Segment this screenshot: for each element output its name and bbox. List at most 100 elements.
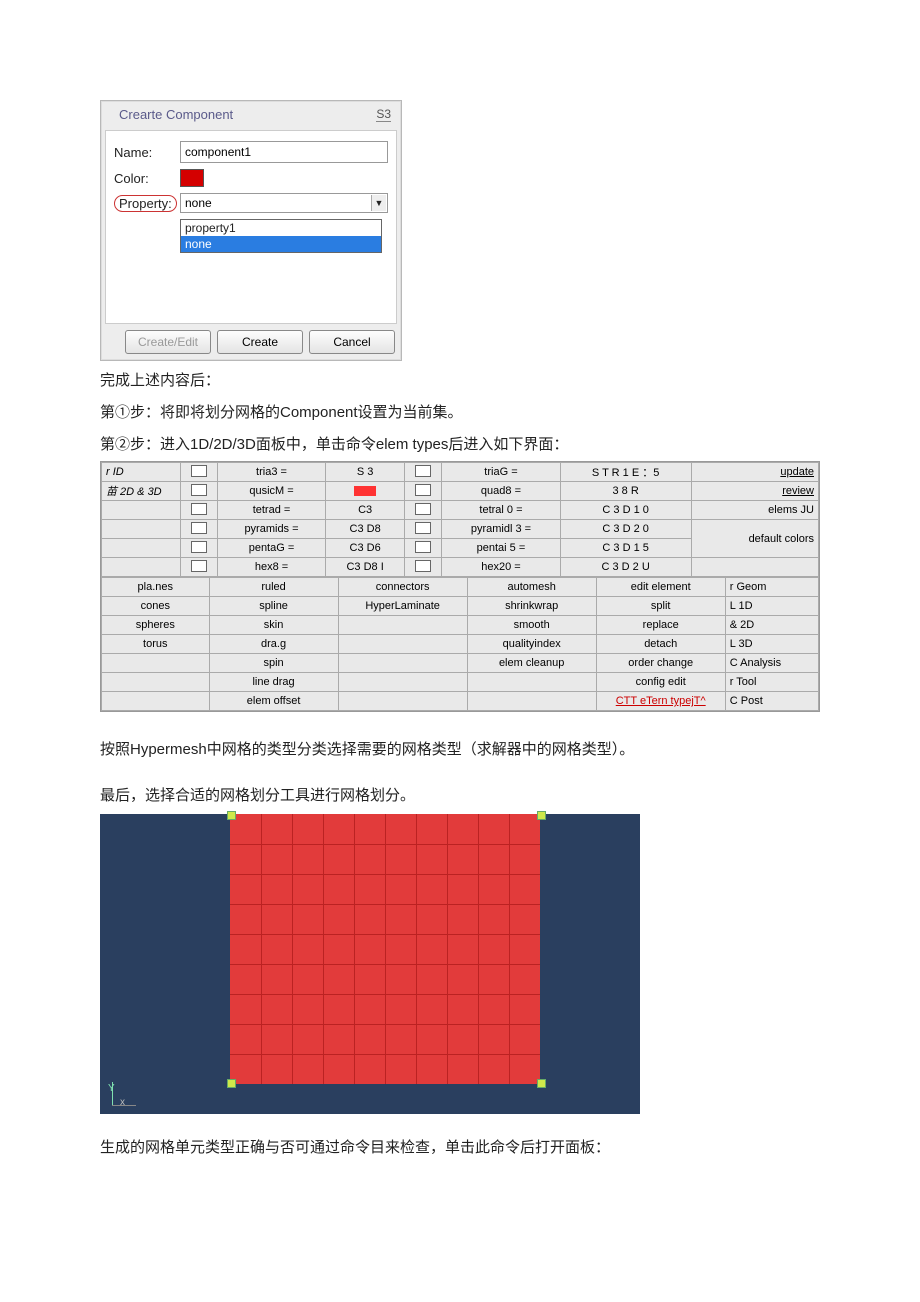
cell[interactable]: C 3 D 1 0 <box>560 501 691 520</box>
panel-cell[interactable]: HyperLaminate <box>338 597 467 616</box>
panel-cell[interactable]: r Geom <box>725 578 818 597</box>
panel-cell[interactable]: cones <box>102 597 210 616</box>
panel-cell[interactable]: order change <box>596 654 725 673</box>
panel-cell[interactable]: config edit <box>596 673 725 692</box>
panel-cell[interactable]: qualityindex <box>467 635 596 654</box>
panel-cell[interactable]: CTT eTern typejT^ <box>596 692 725 711</box>
panel-cell[interactable]: split <box>596 597 725 616</box>
checkbox-icon[interactable] <box>191 465 207 477</box>
paragraph: 生成的网格单元类型正确与否可通过命令目来检查，单击此命令后打开面板： <box>100 1136 820 1160</box>
panel-cell[interactable]: smooth <box>467 616 596 635</box>
cell[interactable]: C3 D8 I <box>326 558 405 577</box>
checkbox-icon[interactable] <box>191 560 207 572</box>
cell[interactable]: hex8 = <box>218 558 326 577</box>
panel-cell <box>338 692 467 711</box>
cell[interactable]: C 3 D 1 5 <box>560 539 691 558</box>
cell[interactable]: C 3 D 2 0 <box>560 520 691 539</box>
cell[interactable]: tetral 0 = <box>442 501 560 520</box>
property-option-selected[interactable]: none <box>181 236 381 252</box>
cell[interactable]: pyramidl 3 = <box>442 520 560 539</box>
cell[interactable]: 3 8 R <box>560 482 691 501</box>
cell[interactable]: C3 <box>326 501 405 520</box>
panel-cell[interactable]: & 2D <box>725 616 818 635</box>
panel-cell[interactable]: replace <box>596 616 725 635</box>
cell[interactable]: pentaG = <box>218 539 326 558</box>
mesh-viewport: Yx <box>100 814 640 1114</box>
panel-cell[interactable]: automesh <box>467 578 596 597</box>
panel-cell[interactable]: L 1D <box>725 597 818 616</box>
dialog-title: Crearte Component <box>119 107 233 122</box>
checkbox-icon[interactable] <box>191 541 207 553</box>
checkbox-icon[interactable] <box>415 484 431 496</box>
cell[interactable]: tria3 = <box>218 463 326 482</box>
panel-cell[interactable]: L 3D <box>725 635 818 654</box>
panel-cell[interactable]: elem offset <box>209 692 338 711</box>
name-input[interactable] <box>180 141 388 163</box>
dialog-corner-label: S3 <box>376 107 391 122</box>
panel-cell[interactable]: r Tool <box>725 673 818 692</box>
name-label: Name: <box>114 145 180 160</box>
panel-cell[interactable]: spline <box>209 597 338 616</box>
cell[interactable]: tetrad = <box>218 501 326 520</box>
panel-cell[interactable]: skin <box>209 616 338 635</box>
create-edit-button[interactable]: Create/Edit <box>125 330 211 354</box>
cell[interactable]: pyramids = <box>218 520 326 539</box>
cell[interactable]: hex20 = <box>442 558 560 577</box>
panel-cell[interactable]: C Analysis <box>725 654 818 673</box>
default-colors-label[interactable]: default colors <box>691 520 818 558</box>
panel-head: r ID <box>102 463 181 482</box>
panel-cell[interactable]: torus <box>102 635 210 654</box>
checkbox-icon[interactable] <box>191 484 207 496</box>
cell[interactable]: pentai 5 = <box>442 539 560 558</box>
panel-cell <box>102 654 210 673</box>
checkbox-icon[interactable] <box>415 560 431 572</box>
panel-cell <box>338 616 467 635</box>
color-label: Color: <box>114 171 180 186</box>
create-button[interactable]: Create <box>217 330 303 354</box>
property-option[interactable]: property1 <box>181 220 381 236</box>
checkbox-icon[interactable] <box>415 465 431 477</box>
panel-cell[interactable]: spheres <box>102 616 210 635</box>
update-link[interactable]: update <box>691 463 818 482</box>
elems-label: elems JU <box>691 501 818 520</box>
cell[interactable]: C 3 D 2 U <box>560 558 691 577</box>
paragraph: 完成上述内容后： <box>100 369 820 393</box>
panel-cell[interactable]: line drag <box>209 673 338 692</box>
cell[interactable]: S 3 <box>326 463 405 482</box>
checkbox-icon[interactable] <box>191 522 207 534</box>
checkbox-icon[interactable] <box>415 522 431 534</box>
panel-cell[interactable]: C Post <box>725 692 818 711</box>
cell[interactable]: triaG = <box>442 463 560 482</box>
panel-cell[interactable]: spin <box>209 654 338 673</box>
cell[interactable]: C3 D8 <box>326 520 405 539</box>
panel-cell[interactable]: detach <box>596 635 725 654</box>
property-label: Property: <box>114 196 180 211</box>
property-dropdown-list[interactable]: property1 none <box>180 219 382 253</box>
elem-types-panel: r ID tria3 = S 3 triaG = S T R 1 E ：5 up… <box>100 461 820 712</box>
mesh-node-icon <box>537 811 546 820</box>
panel-cell[interactable]: ruled <box>209 578 338 597</box>
cell[interactable]: C3 D6 <box>326 539 405 558</box>
cell[interactable]: quad8 = <box>442 482 560 501</box>
cell[interactable] <box>326 482 405 501</box>
property-input[interactable] <box>180 193 388 213</box>
panel-cell[interactable]: connectors <box>338 578 467 597</box>
panel-cell[interactable]: elem cleanup <box>467 654 596 673</box>
panel-cell[interactable]: edit element <box>596 578 725 597</box>
panel-cell[interactable]: shrinkwrap <box>467 597 596 616</box>
checkbox-icon[interactable] <box>415 541 431 553</box>
panel-cell[interactable]: dra.g <box>209 635 338 654</box>
panel-cell <box>467 673 596 692</box>
create-component-dialog: Crearte Component S3 Name: Color: Proper… <box>100 100 402 361</box>
cell[interactable]: S T R 1 E ：5 <box>560 463 691 482</box>
checkbox-icon[interactable] <box>191 503 207 515</box>
cancel-button[interactable]: Cancel <box>309 330 395 354</box>
panel-cell[interactable]: pla.nes <box>102 578 210 597</box>
mesh-node-icon <box>227 1079 236 1088</box>
property-combobox[interactable]: ▼ <box>180 193 388 213</box>
cell[interactable]: qusicM = <box>218 482 326 501</box>
color-swatch[interactable] <box>180 169 204 187</box>
review-link[interactable]: review <box>691 482 818 501</box>
chevron-down-icon[interactable]: ▼ <box>371 195 386 211</box>
checkbox-icon[interactable] <box>415 503 431 515</box>
